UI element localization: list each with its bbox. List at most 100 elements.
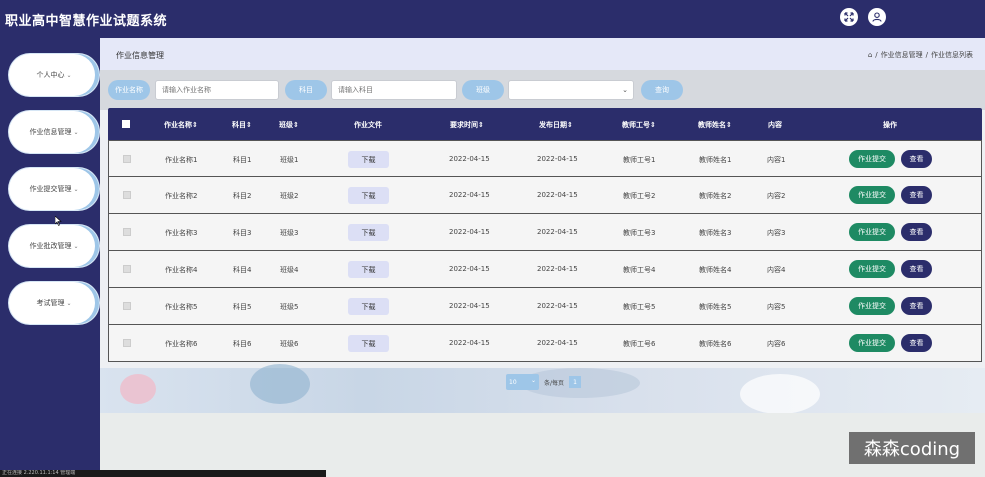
view-button[interactable]: 查看 xyxy=(901,334,932,352)
row-checkbox[interactable] xyxy=(123,191,131,199)
cell-name: 作业名称3 xyxy=(165,229,198,237)
table-row: 作业名称2 科目2 班级2 下载 2022-04-15 2022-04-15 教师工号2 教师… xyxy=(108,177,982,214)
column-header: 内容 xyxy=(768,121,782,129)
submit-homework-button[interactable]: 作业提交 xyxy=(849,260,895,278)
column-header[interactable]: 要求时间⇕ xyxy=(450,120,484,130)
view-button[interactable]: 查看 xyxy=(901,297,932,315)
view-button[interactable]: 查看 xyxy=(901,223,932,241)
cell-teacher-name: 教师姓名3 xyxy=(699,229,732,237)
cell-subject: 科目5 xyxy=(233,303,252,311)
class-label: 班级 xyxy=(462,80,504,100)
homework-name-input[interactable] xyxy=(155,80,279,100)
column-header: 操作 xyxy=(883,121,897,129)
column-header: 作业文件 xyxy=(354,121,382,129)
chevron-down-icon: ⌄ xyxy=(73,128,79,136)
chevron-down-icon: ⌄ xyxy=(73,242,79,250)
query-button[interactable]: 查询 xyxy=(641,80,683,100)
cell-teacher-id: 教师工号1 xyxy=(623,156,656,164)
chevron-down-icon: ⌄ xyxy=(66,299,72,307)
select-all-checkbox[interactable] xyxy=(122,120,130,128)
view-button[interactable]: 查看 xyxy=(901,260,932,278)
row-checkbox[interactable] xyxy=(123,265,131,273)
homework-table: 作业名称⇕ 科目⇕ 班级⇕ 作业文件 要求时间⇕ 发布日期⇕ 教师工号⇕ 教师姓… xyxy=(108,108,982,362)
per-page-label: 条/每页 xyxy=(544,379,565,387)
page-title: 作业信息管理 xyxy=(116,51,164,60)
cell-subject: 科目3 xyxy=(233,229,252,237)
view-button[interactable]: 查看 xyxy=(901,150,932,168)
mouse-cursor-icon xyxy=(54,215,62,228)
page-number[interactable]: 1 xyxy=(569,376,582,388)
cell-teacher-id: 教师工号6 xyxy=(623,340,656,348)
sidebar-item-label: 考试管理 xyxy=(36,299,65,307)
submit-homework-button[interactable]: 作业提交 xyxy=(849,297,895,315)
subject-label: 科目 xyxy=(285,80,327,100)
cell-teacher-name: 教师姓名4 xyxy=(699,266,732,274)
download-button[interactable]: 下载 xyxy=(348,261,389,278)
cell-name: 作业名称4 xyxy=(165,266,198,274)
page-header: 作业信息管理 ⌂ / 作业信息管理 / 作业信息列表 xyxy=(100,38,985,70)
status-bar: 正在连接 2.220.11.1:14 管理端 xyxy=(0,470,326,477)
name-label: 作业名称 xyxy=(108,80,150,100)
cell-content: 内容1 xyxy=(767,156,786,164)
breadcrumb-item[interactable]: 作业信息管理 xyxy=(881,50,923,60)
cell-subject: 科目2 xyxy=(233,192,252,200)
sidebar-item-exam[interactable]: 考试管理 ⌄ xyxy=(9,282,99,324)
home-icon[interactable]: ⌂ xyxy=(868,51,872,59)
sidebar: 个人中心 ⌄ 作业信息管理 ⌄ 作业提交管理 ⌄ 作业批改管理 ⌄ 考试管理 ⌄ xyxy=(0,38,100,477)
chevron-down-icon: ⌄ xyxy=(622,86,628,94)
cell-class: 班级4 xyxy=(280,266,299,274)
sidebar-item-personal-center[interactable]: 个人中心 ⌄ xyxy=(9,54,99,96)
cell-content: 内容4 xyxy=(767,266,786,274)
sidebar-item-homework-info[interactable]: 作业信息管理 ⌄ xyxy=(9,111,99,153)
sidebar-item-homework-grading[interactable]: 作业批改管理 ⌄ xyxy=(9,225,99,267)
column-header[interactable]: 班级⇕ xyxy=(279,120,299,130)
cell-due-date: 2022-04-15 xyxy=(449,191,490,199)
cell-teacher-id: 教师工号2 xyxy=(623,192,656,200)
expand-icon[interactable] xyxy=(840,8,858,26)
cell-class: 班级6 xyxy=(280,340,299,348)
sidebar-item-label: 作业提交管理 xyxy=(29,185,72,193)
row-checkbox[interactable] xyxy=(123,155,131,163)
cell-teacher-id: 教师工号3 xyxy=(623,229,656,237)
column-header[interactable]: 科目⇕ xyxy=(232,120,252,130)
cell-teacher-name: 教师姓名2 xyxy=(699,192,732,200)
submit-homework-button[interactable]: 作业提交 xyxy=(849,150,895,168)
submit-homework-button[interactable]: 作业提交 xyxy=(849,186,895,204)
sidebar-item-label: 作业批改管理 xyxy=(29,242,72,250)
page-size-select[interactable]: 10 ⌄ xyxy=(506,374,539,390)
cell-publish-date: 2022-04-15 xyxy=(537,155,578,163)
app-title: 职业高中智慧作业试题系统 xyxy=(5,14,168,29)
cell-subject: 科目4 xyxy=(233,266,252,274)
chevron-down-icon: ⌄ xyxy=(73,185,79,193)
download-button[interactable]: 下载 xyxy=(348,335,389,352)
column-header[interactable]: 发布日期⇕ xyxy=(539,120,573,130)
column-header[interactable]: 作业名称⇕ xyxy=(164,120,198,130)
row-checkbox[interactable] xyxy=(123,302,131,310)
download-button[interactable]: 下载 xyxy=(348,224,389,241)
cell-content: 内容2 xyxy=(767,192,786,200)
table-header: 作业名称⇕ 科目⇕ 班级⇕ 作业文件 要求时间⇕ 发布日期⇕ 教师工号⇕ 教师姓… xyxy=(108,108,982,140)
download-button[interactable]: 下载 xyxy=(348,298,389,315)
download-button[interactable]: 下载 xyxy=(348,187,389,204)
class-select[interactable]: ⌄ xyxy=(508,80,634,100)
submit-homework-button[interactable]: 作业提交 xyxy=(849,223,895,241)
cell-teacher-name: 教师姓名6 xyxy=(699,340,732,348)
subject-input[interactable] xyxy=(331,80,457,100)
view-button[interactable]: 查看 xyxy=(901,186,932,204)
cell-content: 内容5 xyxy=(767,303,786,311)
download-button[interactable]: 下载 xyxy=(348,151,389,168)
user-icon[interactable] xyxy=(868,8,886,26)
sidebar-item-homework-submit[interactable]: 作业提交管理 ⌄ xyxy=(9,168,99,210)
breadcrumb: ⌂ / 作业信息管理 / 作业信息列表 xyxy=(867,50,973,60)
table-row: 作业名称1 科目1 班级1 下载 2022-04-15 2022-04-15 教师工号1 教师… xyxy=(108,140,982,177)
column-header[interactable]: 教师工号⇕ xyxy=(622,120,656,130)
table-row: 作业名称3 科目3 班级3 下载 2022-04-15 2022-04-15 教师工号3 教师… xyxy=(108,214,982,251)
cell-name: 作业名称6 xyxy=(165,340,198,348)
cell-class: 班级3 xyxy=(280,229,299,237)
submit-homework-button[interactable]: 作业提交 xyxy=(849,334,895,352)
cell-teacher-id: 教师工号5 xyxy=(623,303,656,311)
column-header[interactable]: 教师姓名⇕ xyxy=(698,120,732,130)
cell-due-date: 2022-04-15 xyxy=(449,228,490,236)
row-checkbox[interactable] xyxy=(123,339,131,347)
row-checkbox[interactable] xyxy=(123,228,131,236)
